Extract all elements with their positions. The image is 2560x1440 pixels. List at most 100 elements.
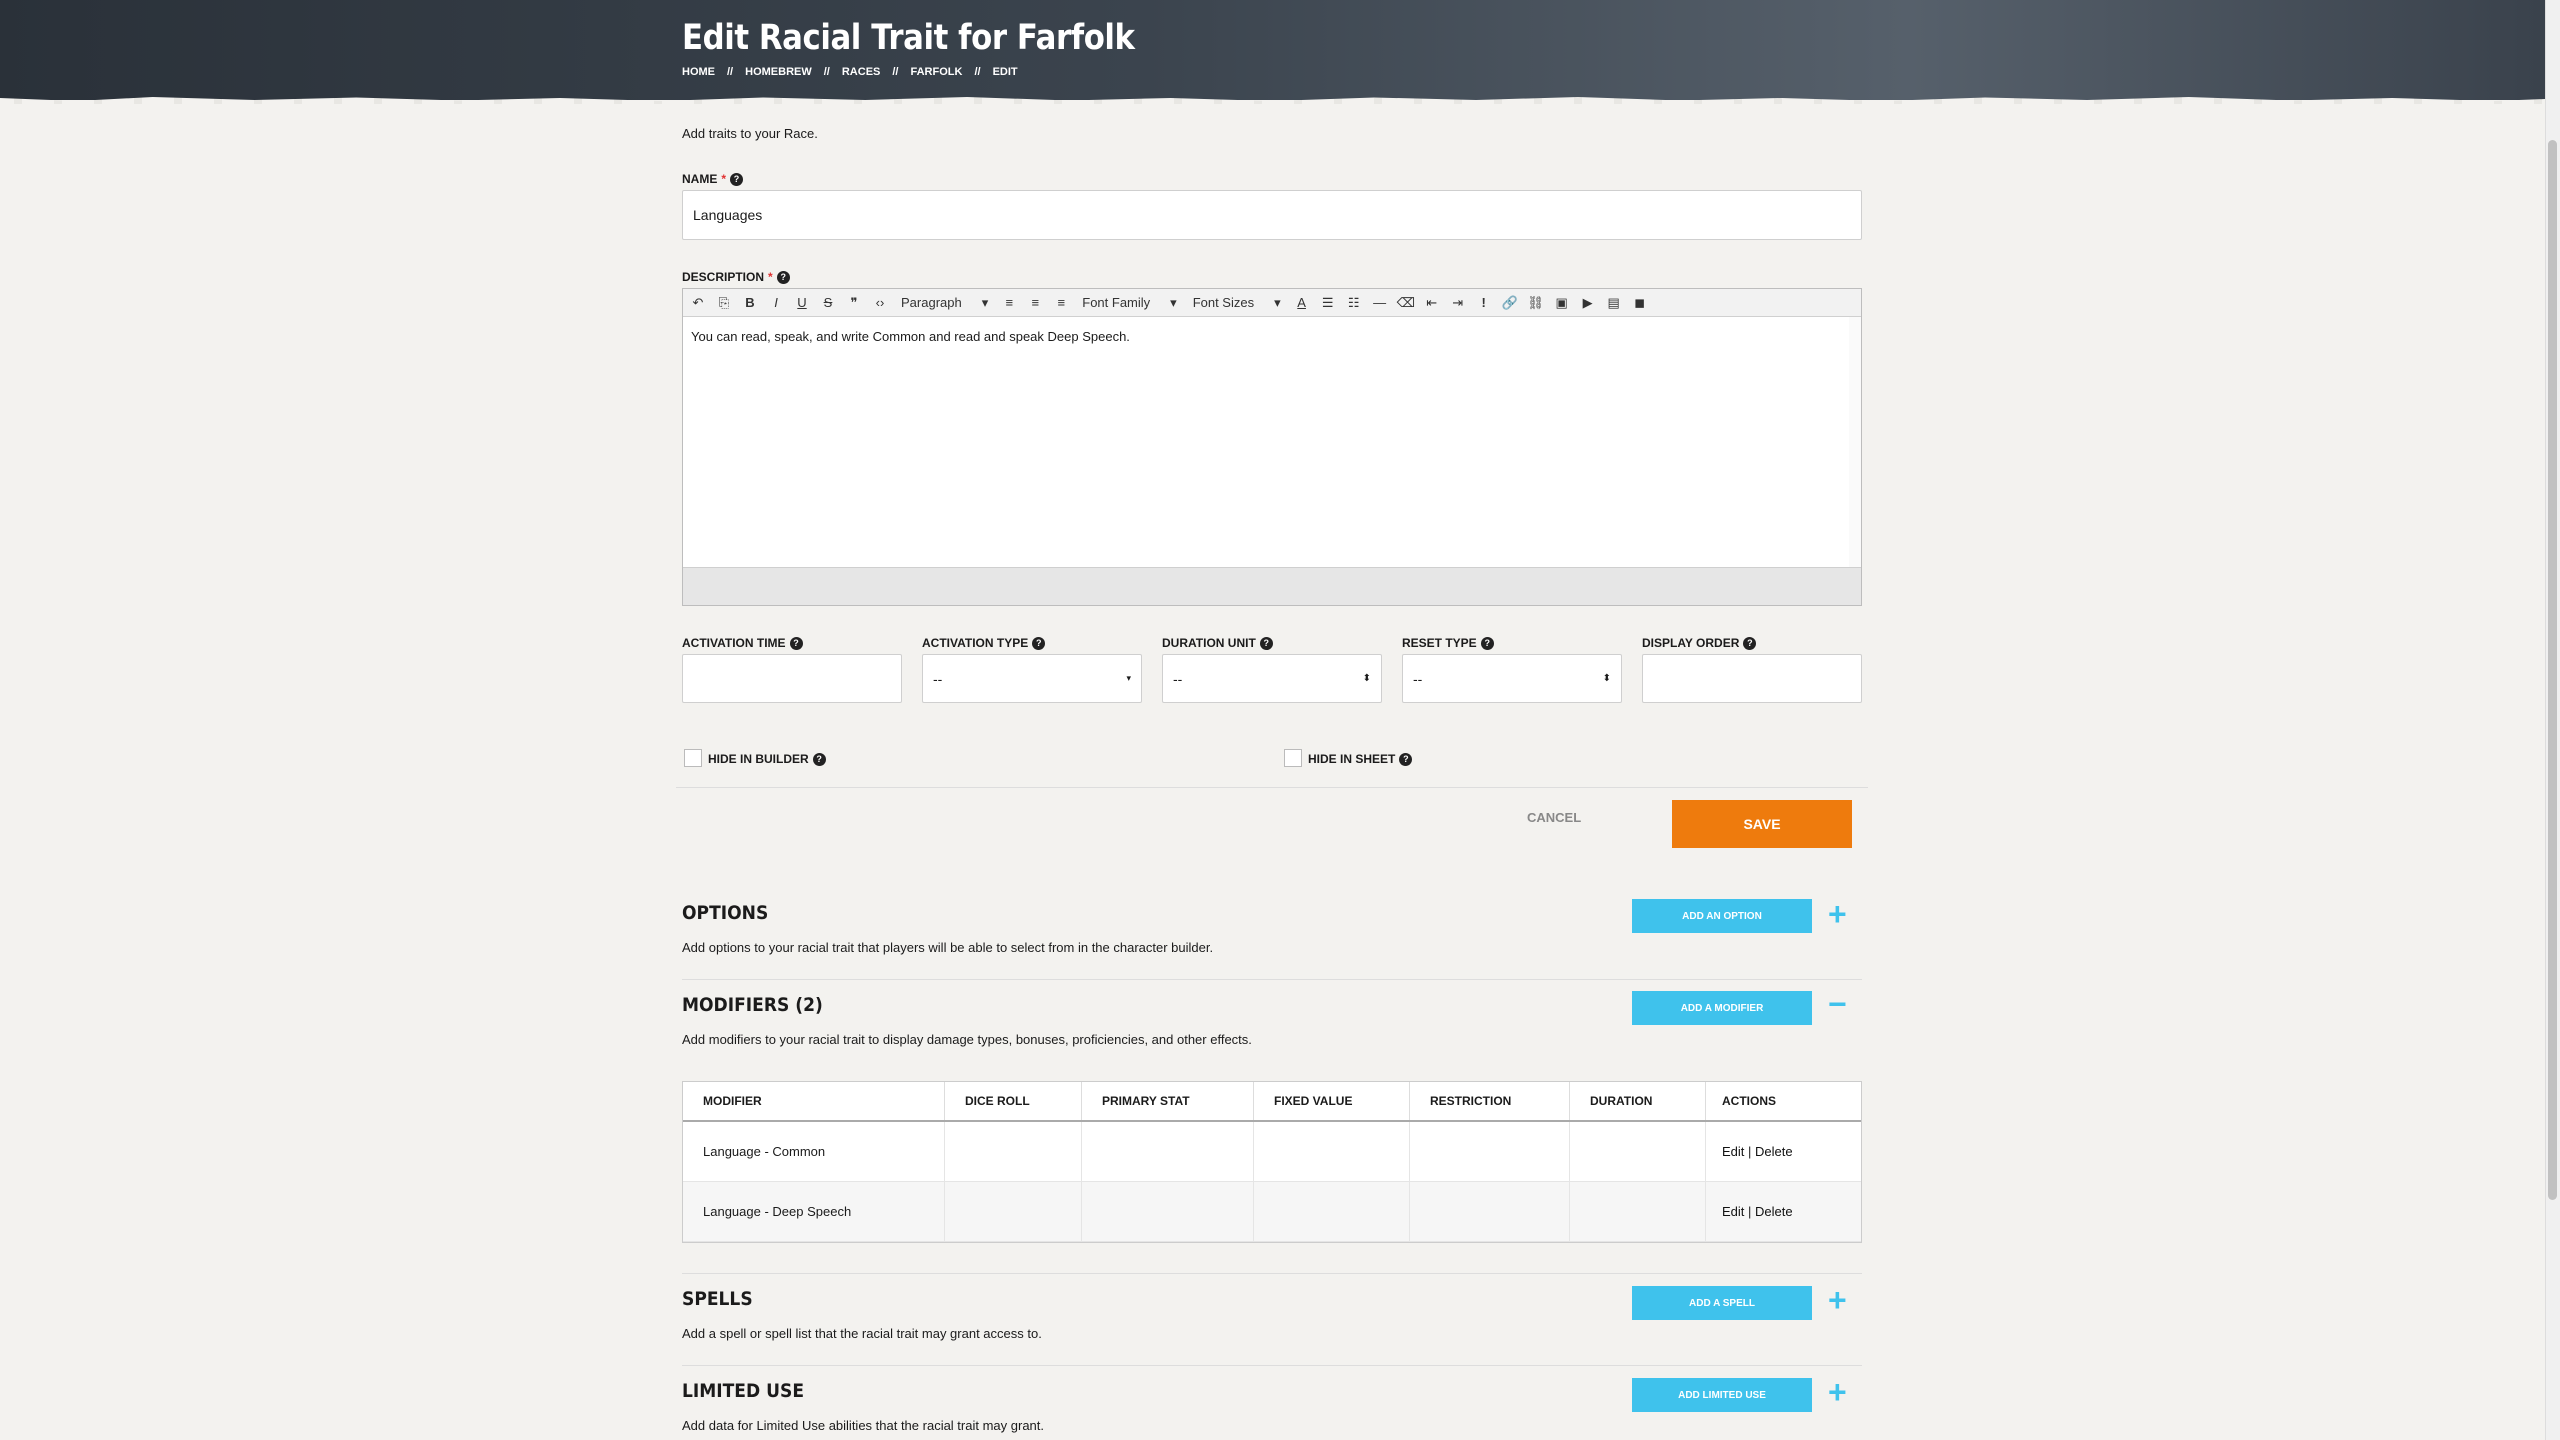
hide-in-sheet-label: HIDE IN SHEET? [1308,752,1413,766]
unlink-icon[interactable]: ⛓ [1527,295,1545,311]
hide-in-builder-checkbox[interactable] [684,749,702,767]
indent-icon[interactable]: ⇥ [1449,295,1467,311]
align-center-icon[interactable]: ≡ [1026,295,1044,310]
source-code-icon[interactable]: ◼ [1631,295,1649,311]
numbered-list-icon[interactable]: ☷ [1345,295,1363,311]
duration-unit-select[interactable]: -- ⬍ [1162,654,1382,703]
horizontal-rule-icon[interactable]: — [1371,295,1389,310]
chevron-down-icon: ▾ [1170,294,1177,310]
delete-link[interactable]: Delete [1755,1144,1793,1159]
description-editor[interactable]: ↶ ⎘ B I U S ❞ ‹› Paragraph ▾ ≡ ≡ ≡ Font F… [682,288,1862,606]
delete-link[interactable]: Delete [1755,1204,1793,1219]
help-icon[interactable]: ? [789,636,803,650]
page-header: Edit Racial Trait for Farfolk HOME // HO… [0,0,2545,100]
paste-icon[interactable]: ⎘ [715,295,733,311]
minus-icon[interactable]: − [1828,988,1847,1020]
paragraph-select[interactable]: Paragraph ▾ [897,295,992,311]
plus-icon[interactable]: + [1828,1284,1847,1316]
display-order-input[interactable] [1642,654,1862,703]
code-icon[interactable]: ‹› [871,295,889,310]
save-button[interactable]: SAVE [1672,800,1852,848]
edit-link[interactable]: Edit [1722,1144,1744,1159]
column-header: FIXED VALUE [1254,1082,1410,1120]
breadcrumb-separator: // [974,66,981,78]
help-icon[interactable]: ? [1032,636,1046,650]
hide-in-builder-label-text: HIDE IN BUILDER [708,752,809,766]
column-header: DURATION [1570,1082,1706,1120]
strikethrough-icon[interactable]: S [819,295,837,310]
plus-icon[interactable]: + [1828,1376,1847,1408]
name-label: NAME * ? [682,172,744,186]
add-option-button[interactable]: ADD AN OPTION [1632,899,1812,933]
activation-type-label-text: ACTIVATION TYPE [922,636,1029,650]
editor-statusbar [683,567,1861,605]
text-color-icon[interactable]: A [1293,295,1311,310]
activation-time-label-text: ACTIVATION TIME [682,636,786,650]
divider [682,1365,1862,1366]
edit-link[interactable]: Edit [1722,1204,1744,1219]
name-input[interactable]: Languages [682,190,1862,240]
blockquote-icon[interactable]: ❞ [845,295,863,311]
breadcrumb-home[interactable]: HOME [682,66,715,78]
scrollbar[interactable] [2545,0,2560,1440]
underline-icon[interactable]: U [793,295,811,310]
help-icon[interactable]: ? [1259,636,1273,650]
align-left-icon[interactable]: ≡ [1000,295,1018,310]
font-sizes-select[interactable]: Font Sizes ▾ [1189,295,1285,311]
eraser-icon[interactable]: ⌫ [1397,295,1415,311]
primary-stat-cell [1082,1122,1254,1181]
help-icon[interactable]: ? [1399,752,1413,766]
editor-body[interactable]: You can read, speak, and write Common an… [683,317,1861,567]
reset-type-label: RESET TYPE? [1402,636,1494,650]
divider [682,1273,1862,1274]
plus-icon[interactable]: + [1828,898,1847,930]
required-marker: * [768,270,773,284]
breadcrumb-farfolk[interactable]: FARFOLK [911,66,963,78]
align-right-icon[interactable]: ≡ [1052,295,1070,310]
restriction-cell [1410,1122,1570,1181]
activation-time-input[interactable] [682,654,902,703]
help-icon[interactable]: ? [812,752,826,766]
duration-cell [1570,1122,1706,1181]
bullet-list-icon[interactable]: ☰ [1319,295,1337,311]
duration-cell [1570,1182,1706,1241]
help-icon[interactable]: ? [776,270,790,284]
restriction-cell [1410,1182,1570,1241]
fixed-value-cell [1254,1182,1410,1241]
options-title: OPTIONS [682,902,769,924]
modifier-cell: Language - Common [683,1122,945,1181]
italic-icon[interactable]: I [767,295,785,310]
image-icon[interactable]: ▣ [1553,295,1571,311]
modifier-cell: Language - Deep Speech [683,1182,945,1241]
paragraph-select-label: Paragraph [901,295,962,310]
modifiers-table: MODIFIER DICE ROLL PRIMARY STAT FIXED VA… [682,1081,1862,1243]
help-icon[interactable]: ? [730,172,744,186]
name-input-value: Languages [693,207,763,223]
spells-description: Add a spell or spell list that the racia… [682,1326,1042,1341]
bold-icon[interactable]: B [741,295,759,310]
reset-type-select[interactable]: -- ⬍ [1402,654,1622,703]
table-row: Language - Common Edit | Delete [683,1122,1861,1182]
help-icon[interactable]: ? [1480,636,1494,650]
chevron-down-icon: ▾ [1274,294,1281,310]
font-family-select[interactable]: Font Family ▾ [1078,295,1180,311]
add-limited-use-button[interactable]: ADD LIMITED USE [1632,1378,1812,1412]
document-icon[interactable]: ▤ [1605,295,1623,311]
video-icon[interactable]: ▶ [1579,295,1597,311]
outdent-icon[interactable]: ⇤ [1423,295,1441,311]
activation-type-select[interactable]: -- ▾ [922,654,1142,703]
breadcrumb-homebrew[interactable]: HOMEBREW [745,66,812,78]
required-marker: * [721,172,727,186]
scrollbar-thumb[interactable] [2548,140,2557,1200]
column-header: DICE ROLL [945,1082,1082,1120]
cancel-button[interactable]: CANCEL [1527,810,1581,825]
link-icon[interactable]: 🔗 [1501,295,1519,311]
exclamation-icon[interactable]: ! [1475,295,1493,310]
hide-in-sheet-checkbox[interactable] [1284,749,1302,767]
add-spell-button[interactable]: ADD A SPELL [1632,1286,1812,1320]
breadcrumb-races[interactable]: RACES [842,66,881,78]
reset-type-value: -- [1413,670,1423,687]
undo-icon[interactable]: ↶ [689,295,707,311]
add-modifier-button[interactable]: ADD A MODIFIER [1632,991,1812,1025]
help-icon[interactable]: ? [1743,636,1757,650]
